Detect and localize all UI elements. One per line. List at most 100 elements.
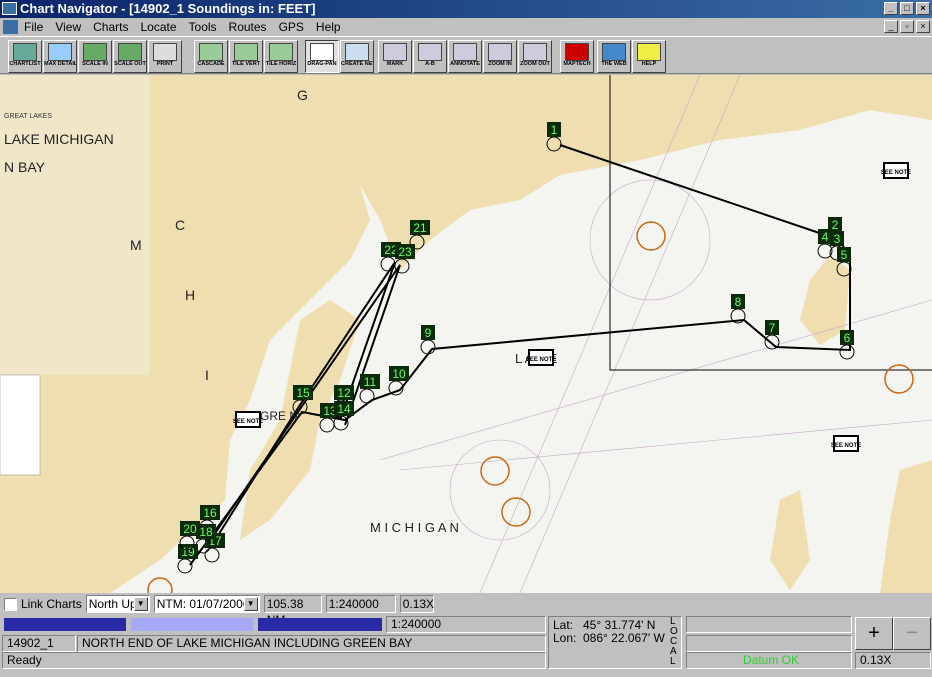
toolbar-zoom-in-button[interactable]: ZOOM IN xyxy=(483,40,517,73)
menu-routes[interactable]: Routes xyxy=(229,20,267,34)
lat-value: 45° 31.774' N xyxy=(583,618,656,632)
map-label: M xyxy=(130,237,142,253)
scale-readout: 1:240000 xyxy=(325,595,396,613)
map-label: GREAT LAKES xyxy=(4,113,52,120)
zoom-level: 0.13X xyxy=(855,652,931,669)
status-field xyxy=(686,616,852,633)
link-charts-label: Link Charts xyxy=(21,597,82,611)
window-title: Chart Navigator - [14902_1 Soundings in:… xyxy=(20,1,316,16)
ntm-select[interactable]: NTM: 01/07/2006 ▼ xyxy=(153,595,260,613)
scale-bar-segment xyxy=(4,618,126,631)
menu-gps[interactable]: GPS xyxy=(279,20,304,34)
toolbar-button-label: PRINT xyxy=(156,61,174,67)
local-label: LOCAL xyxy=(670,616,678,667)
map-label: GRE N xyxy=(260,409,298,423)
see-note-marker[interactable]: SEE NOTE xyxy=(233,411,263,428)
chart-map[interactable]: GREAT LAKESLAKE MICHIGANN BAYL A K EM I … xyxy=(0,75,932,593)
distance-readout: 105.38 NM xyxy=(263,595,322,627)
app-icon xyxy=(2,2,17,15)
see-note-marker[interactable]: SEE NOTE xyxy=(881,162,911,179)
flag-icon xyxy=(383,43,407,61)
menu-tools[interactable]: Tools xyxy=(189,20,217,34)
map-label: H xyxy=(185,287,195,303)
toolbar-print-button[interactable]: PRINT xyxy=(148,40,182,73)
toolbar-button-label: A-B xyxy=(425,61,435,67)
map-label: G xyxy=(297,87,308,103)
waypoint-label: 9 xyxy=(425,326,432,340)
toolbar-create-new-route-button[interactable]: CREATE NEW ROUTE xyxy=(340,40,374,73)
chevron-down-icon[interactable]: ▼ xyxy=(133,597,148,611)
toolbar-annotate-button[interactable]: ANNOTATE xyxy=(448,40,482,73)
see-note-marker[interactable]: SEE NOTE xyxy=(526,349,556,366)
map-label: N BAY xyxy=(4,159,46,175)
waypoint-label: 5 xyxy=(841,248,848,262)
close-button[interactable]: × xyxy=(916,2,930,15)
toolbar-button-label: HELP xyxy=(641,61,657,67)
chart-id: 14902_1 xyxy=(2,635,76,652)
waypoint-label: 18 xyxy=(199,525,213,539)
waypoint-label: 10 xyxy=(392,367,406,381)
zoom-in-button[interactable]: + xyxy=(855,617,893,650)
waypoint-label: 1 xyxy=(551,123,558,137)
toolbar-a-b-button[interactable]: A-B xyxy=(413,40,447,73)
toolbar-max-detail-button[interactable]: MAX DETAIL xyxy=(43,40,77,73)
menu-help[interactable]: Help xyxy=(316,20,341,34)
scale-bar-segment xyxy=(258,618,382,631)
toolbar-button-label: MAX DETAIL xyxy=(44,61,76,67)
see-note-marker[interactable]: SEE NOTE xyxy=(831,435,861,452)
orientation-select[interactable]: North Up ▼ xyxy=(85,595,150,613)
child-restore-button[interactable]: ▫ xyxy=(900,20,914,33)
waypoint-label: 7 xyxy=(769,321,776,335)
toolbar-tile-vert-button[interactable]: TILE VERT xyxy=(229,40,263,73)
toolbar-button-label: MAPTECH xyxy=(563,61,591,67)
zoom-out-button[interactable]: − xyxy=(893,617,931,650)
globe-icon xyxy=(602,43,626,61)
toolbar-the-web-button[interactable]: THE WEB xyxy=(597,40,631,73)
cascade-icon xyxy=(199,43,223,61)
map-label: LAKE MICHIGAN xyxy=(4,131,114,147)
toolbar-cascade-button[interactable]: CASCADE xyxy=(194,40,228,73)
toolbar-chartlist-button[interactable]: CHARTLIST xyxy=(8,40,42,73)
document-icon[interactable] xyxy=(3,20,18,34)
toolbar-mark-button[interactable]: MARK xyxy=(378,40,412,73)
ntm-value: NTM: 01/07/2006 xyxy=(156,597,250,611)
menu-file[interactable]: File xyxy=(24,20,43,34)
child-close-button[interactable]: × xyxy=(916,20,930,33)
menu-charts[interactable]: Charts xyxy=(93,20,128,34)
toolbar-button-label: CASCADE xyxy=(197,61,225,67)
hand-icon xyxy=(310,43,334,61)
toolbar-button-label: MARK xyxy=(386,61,404,67)
menu-view[interactable]: View xyxy=(55,20,81,34)
toolbar-scale-in-button[interactable]: SCALE IN xyxy=(78,40,112,73)
see-note-label: SEE NOTE xyxy=(881,170,911,176)
maximize-button[interactable]: □ xyxy=(900,2,914,15)
waypoint-label: 3 xyxy=(834,232,841,246)
minimize-button[interactable]: _ xyxy=(884,2,898,15)
waypoint-label: 4 xyxy=(822,230,829,244)
toolbar-drag-pan-button[interactable]: DRAG-PAN xyxy=(305,40,339,73)
toolbar-button-label: THE WEB xyxy=(601,61,627,67)
link-charts-checkbox[interactable] xyxy=(4,597,17,611)
chartlist-icon xyxy=(13,43,37,61)
scale-bar-segment xyxy=(131,618,253,631)
help-icon xyxy=(637,43,661,61)
waypoint-label: 6 xyxy=(844,331,851,345)
map-label: C xyxy=(175,217,185,233)
see-note-label: SEE NOTE xyxy=(831,443,861,449)
toolbar-zoom-out-button[interactable]: ZOOM OUT xyxy=(518,40,552,73)
toolbar-help-button[interactable]: HELP xyxy=(632,40,666,73)
chart-canvas[interactable]: GREAT LAKESLAKE MICHIGANN BAYL A K EM I … xyxy=(0,75,932,593)
chevron-down-icon[interactable]: ▼ xyxy=(243,597,258,611)
menu-locate[interactable]: Locate xyxy=(140,20,176,34)
toolbar-button-label: TILE HORIZ xyxy=(265,61,297,67)
toolbar-maptech-button[interactable]: MAPTECH xyxy=(560,40,594,73)
child-minimize-button[interactable]: _ xyxy=(884,20,898,33)
progress-field xyxy=(686,635,852,652)
scale-out-icon xyxy=(118,43,142,61)
zoom-readout: 0.13X xyxy=(399,595,434,613)
maptech-logo-icon xyxy=(565,43,589,61)
map-label: M I C H I G A N xyxy=(370,520,459,535)
toolbar-tile-horiz-button[interactable]: TILE HORIZ xyxy=(264,40,298,73)
toolbar-scale-out-button[interactable]: SCALE OUT xyxy=(113,40,147,73)
menu-bar: File View Charts Locate Tools Routes GPS… xyxy=(0,18,932,36)
